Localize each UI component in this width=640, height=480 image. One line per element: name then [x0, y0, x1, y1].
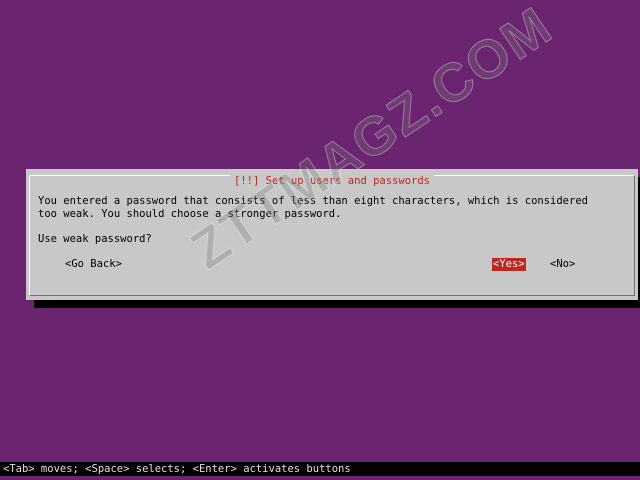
dialog-message: You entered a password that consists of …: [38, 195, 588, 220]
go-back-button[interactable]: <Go Back>: [64, 258, 123, 271]
yes-button[interactable]: <Yes>: [492, 258, 526, 271]
dialog-question: Use weak password?: [38, 233, 152, 245]
no-button[interactable]: <No>: [549, 258, 576, 271]
status-bar: <Tab> moves; <Space> selects; <Enter> ac…: [0, 462, 640, 476]
dialog-title: [!!] Set up users and passwords: [230, 175, 434, 187]
setup-users-dialog: [!!] Set up users and passwords You ente…: [26, 169, 638, 300]
